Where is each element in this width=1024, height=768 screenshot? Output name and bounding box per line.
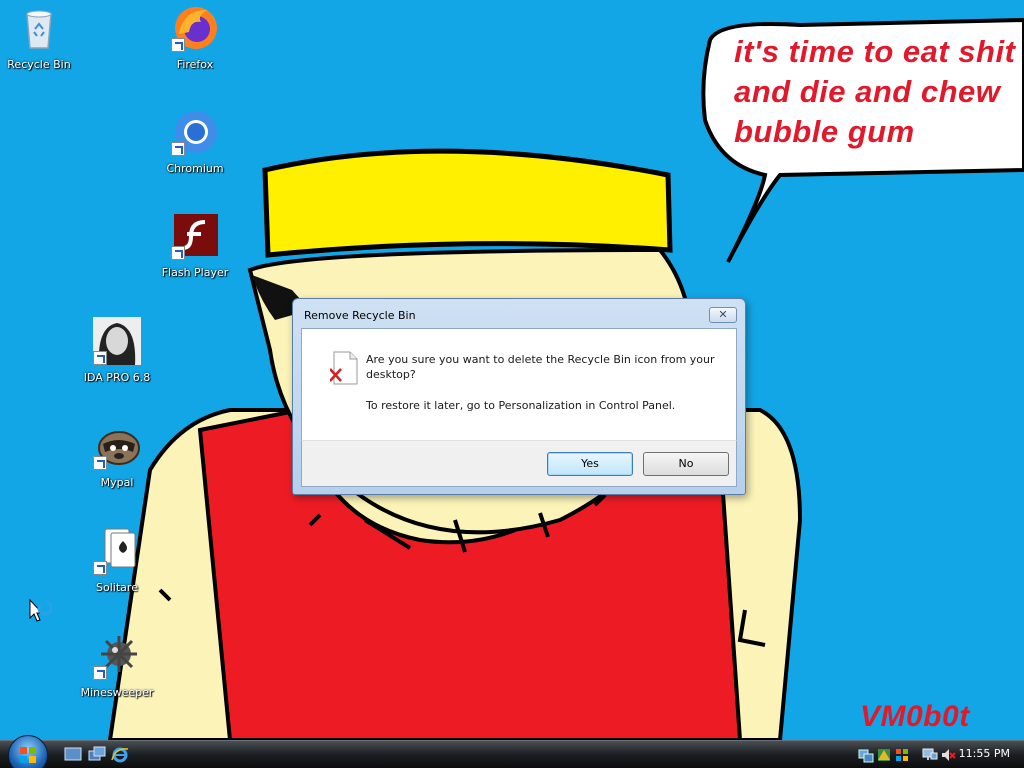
desktop-icon-recycle-bin[interactable]: Recycle Bin [0,4,84,71]
desktop-icon-minesweeper[interactable]: Minesweeper [72,632,162,699]
volume-muted-icon[interactable] [940,747,956,763]
taskbar: 11:55 PM [0,735,1024,768]
start-button[interactable] [8,735,48,768]
minesweeper-icon [93,632,141,680]
desktop-icon-label: Firefox [176,58,214,71]
desktop-icon-label: Chromium [166,162,224,175]
shortcut-arrow-icon [171,38,185,52]
desktop-icon-label: Recycle Bin [7,58,71,71]
network-share-icon[interactable] [858,747,874,763]
shortcut-arrow-icon [93,351,107,365]
close-button[interactable]: ✕ [709,307,737,323]
speech-line-1: it's time to eat shit [734,34,1016,69]
network-icon[interactable] [922,747,938,763]
chromium-icon [171,108,219,156]
no-button[interactable]: No [643,452,729,476]
desktop-icon-flash-player[interactable]: Flash Player [150,212,240,279]
desktop-icon-label: Minesweeper [80,686,154,699]
taskbar-clock[interactable]: 11:55 PM [959,747,1010,760]
windows-flag-icon[interactable] [894,747,910,763]
flash-player-icon [171,212,219,260]
speech-line-2: and die and chew [734,74,1001,109]
yes-button[interactable]: Yes [547,452,633,476]
desktop-icon-ida-pro[interactable]: IDA PRO 6.8 [72,317,162,384]
speech-line-3: bubble gum [734,114,915,149]
desktop-icon-chromium[interactable]: Chromium [150,108,240,175]
desktop-icon-label: Flash Player [161,266,229,279]
desktop-icon-mypal[interactable]: Mypal [72,422,162,489]
busy-cursor-icon [29,598,53,622]
shortcut-arrow-icon [93,666,107,680]
shortcut-arrow-icon [93,456,107,470]
shortcut-arrow-icon [93,561,107,575]
internet-explorer-icon[interactable] [111,746,129,763]
windows-logo-icon [20,747,36,763]
shortcut-arrow-icon [171,142,185,156]
dialog-footer: Yes No [301,440,737,487]
firefox-icon [171,4,219,52]
show-desktop-icon[interactable] [64,746,82,763]
system-tray: 11:55 PM [856,741,1024,768]
desktop-icon-solitaire[interactable]: Solitare [72,527,162,594]
security-warning-icon[interactable] [876,747,892,763]
ida-pro-icon [93,317,141,365]
mypal-icon [93,422,141,470]
wallpaper-signature: VM0b0t [860,700,970,733]
shortcut-arrow-icon [171,246,185,260]
recycle-bin-icon [15,4,63,52]
desktop-icon-label: IDA PRO 6.8 [83,371,151,384]
switch-windows-icon[interactable] [88,746,106,763]
desktop-icon-label: Mypal [100,476,134,489]
dialog-message: Are you sure you want to delete the Recy… [366,353,715,381]
dialog-title: Remove Recycle Bin [304,309,416,322]
dialog-hint: To restore it later, go to Personalizati… [366,399,676,412]
desktop-icon-firefox[interactable]: Firefox [150,4,240,71]
delete-file-icon [330,351,358,385]
dialog-body: Are you sure you want to delete the Recy… [301,328,737,440]
solitaire-icon [93,527,141,575]
desktop-icon-label: Solitare [96,581,138,594]
remove-recycle-bin-dialog[interactable]: Remove Recycle Bin ✕ Are you sure you wa… [292,298,746,495]
